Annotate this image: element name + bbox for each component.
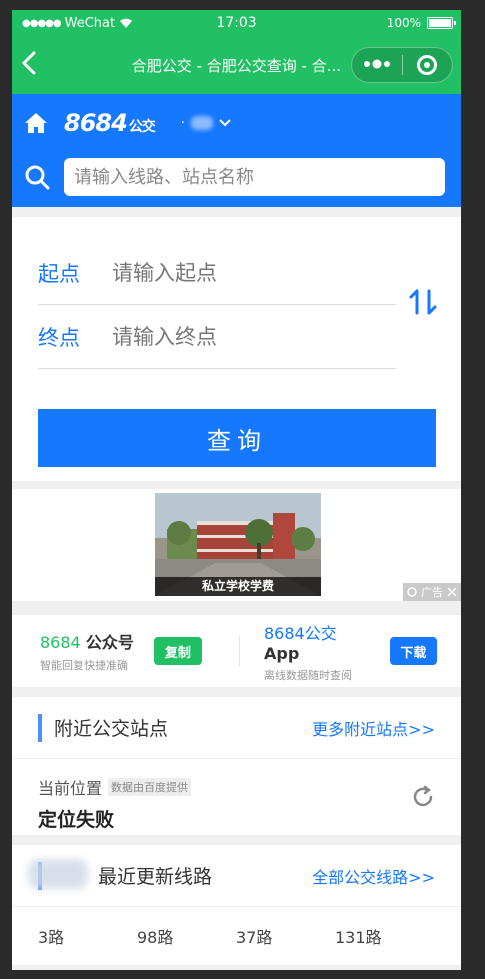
search-icon[interactable] [24, 164, 50, 190]
end-row: 终点 [38, 305, 396, 369]
query-button[interactable]: 查询 [38, 409, 436, 467]
ad-tag-label: 广告 [421, 586, 443, 599]
city-name-redacted [190, 116, 213, 130]
status-bar: ●●●●● WeChat 17:03 100% [12, 10, 461, 36]
line-item[interactable]: 131路 [335, 924, 434, 948]
wechat-promo-brand: 8684 [40, 633, 81, 652]
route-planner: 起点 终点 查询 [12, 217, 461, 481]
download-button[interactable]: 下载 [389, 637, 437, 665]
battery-fill [429, 19, 451, 27]
app-promo-brand: 8684公交 [264, 623, 337, 643]
refresh-icon[interactable] [411, 785, 435, 809]
wechat-promo-name: 公众号 [85, 633, 134, 652]
app-promo-name: App [264, 643, 300, 663]
status-time: 17:03 [216, 15, 257, 31]
chevron-left-icon [21, 51, 36, 74]
app-promo-subtitle: 离线数据随时查阅 [264, 668, 352, 682]
section-accent-bar [38, 713, 42, 742]
home-icon[interactable] [24, 112, 48, 134]
city-name: · [180, 115, 185, 131]
logo-number: 8684 [64, 109, 128, 137]
location-status: 定位失败 [38, 809, 115, 831]
nav-bar: 合肥公交 - 合肥公交查询 - 合... [12, 36, 461, 94]
current-location-label: 当前位置 [38, 779, 103, 798]
back-button[interactable] [21, 49, 52, 82]
ad-close-icon[interactable] [447, 587, 457, 597]
chevron-down-icon [219, 119, 231, 127]
nearby-title: 附近公交站点 [54, 718, 169, 740]
data-provider-badge: 数据由百度提供 [108, 778, 192, 796]
swap-icon[interactable] [408, 287, 438, 317]
recent-lines-section: 最近更新线路 全部公交线路>> 3路 98路 37路 131路 [12, 845, 461, 965]
phone-screen: ●●●●● WeChat 17:03 100% 合肥公交 - 合肥公交查询 - … [12, 10, 461, 970]
ad-banner[interactable]: 私立学校学费 广告 [12, 489, 461, 601]
redacted-overlay [28, 859, 88, 889]
brand-logo: 8684 公交 [64, 109, 156, 137]
ad-caption: 私立学校学费 [155, 577, 321, 596]
app-promo: 8684公交 App 离线数据随时查阅 下载 [264, 620, 437, 683]
start-label: 起点 [38, 261, 80, 286]
nearby-stations-section: 附近公交站点 更多附近站点>> 当前位置 数据由百度提供 定位失败 [12, 697, 461, 835]
end-label: 终点 [38, 325, 80, 350]
ad-logo-icon [407, 587, 417, 597]
search-input[interactable] [64, 158, 445, 196]
target-icon [417, 55, 438, 75]
line-item[interactable]: 37路 [236, 924, 335, 948]
app-header: 8684 公交 · [12, 94, 461, 207]
start-row: 起点 [38, 241, 396, 305]
recent-lines-list: 3路 98路 37路 131路 [12, 907, 461, 965]
ad-tag: 广告 [403, 583, 461, 601]
battery-icon [427, 17, 456, 29]
promo-strip: 8684 公众号 智能回复快捷准确 复制 8684公交 App 离线数据随时查阅… [12, 615, 461, 687]
nav-title: 合肥公交 - 合肥公交查询 - 合... [131, 56, 341, 75]
all-lines-link[interactable]: 全部公交线路>> [312, 864, 435, 888]
more-dots-icon [363, 59, 390, 69]
start-input[interactable] [112, 260, 372, 285]
more-nearby-link[interactable]: 更多附近站点>> [312, 716, 435, 740]
city-selector[interactable]: · [181, 116, 231, 131]
wechat-account-promo: 8684 公众号 智能回复快捷准确 复制 [40, 629, 213, 673]
end-input[interactable] [112, 324, 372, 349]
logo-suffix: 公交 [128, 119, 156, 135]
line-item[interactable]: 98路 [137, 924, 236, 948]
copy-button[interactable]: 复制 [153, 637, 202, 665]
line-item[interactable]: 3路 [38, 924, 137, 948]
ad-image[interactable]: 私立学校学费 [155, 493, 321, 596]
current-location: 当前位置 数据由百度提供 定位失败 [12, 759, 461, 835]
miniprogram-capsule [351, 47, 453, 83]
close-miniprogram-button[interactable] [403, 55, 453, 75]
promo-divider [239, 635, 240, 667]
recent-title: 最近更新线路 [98, 866, 213, 888]
wechat-promo-subtitle: 智能回复快捷准确 [40, 659, 128, 672]
more-menu-button[interactable] [352, 57, 402, 73]
